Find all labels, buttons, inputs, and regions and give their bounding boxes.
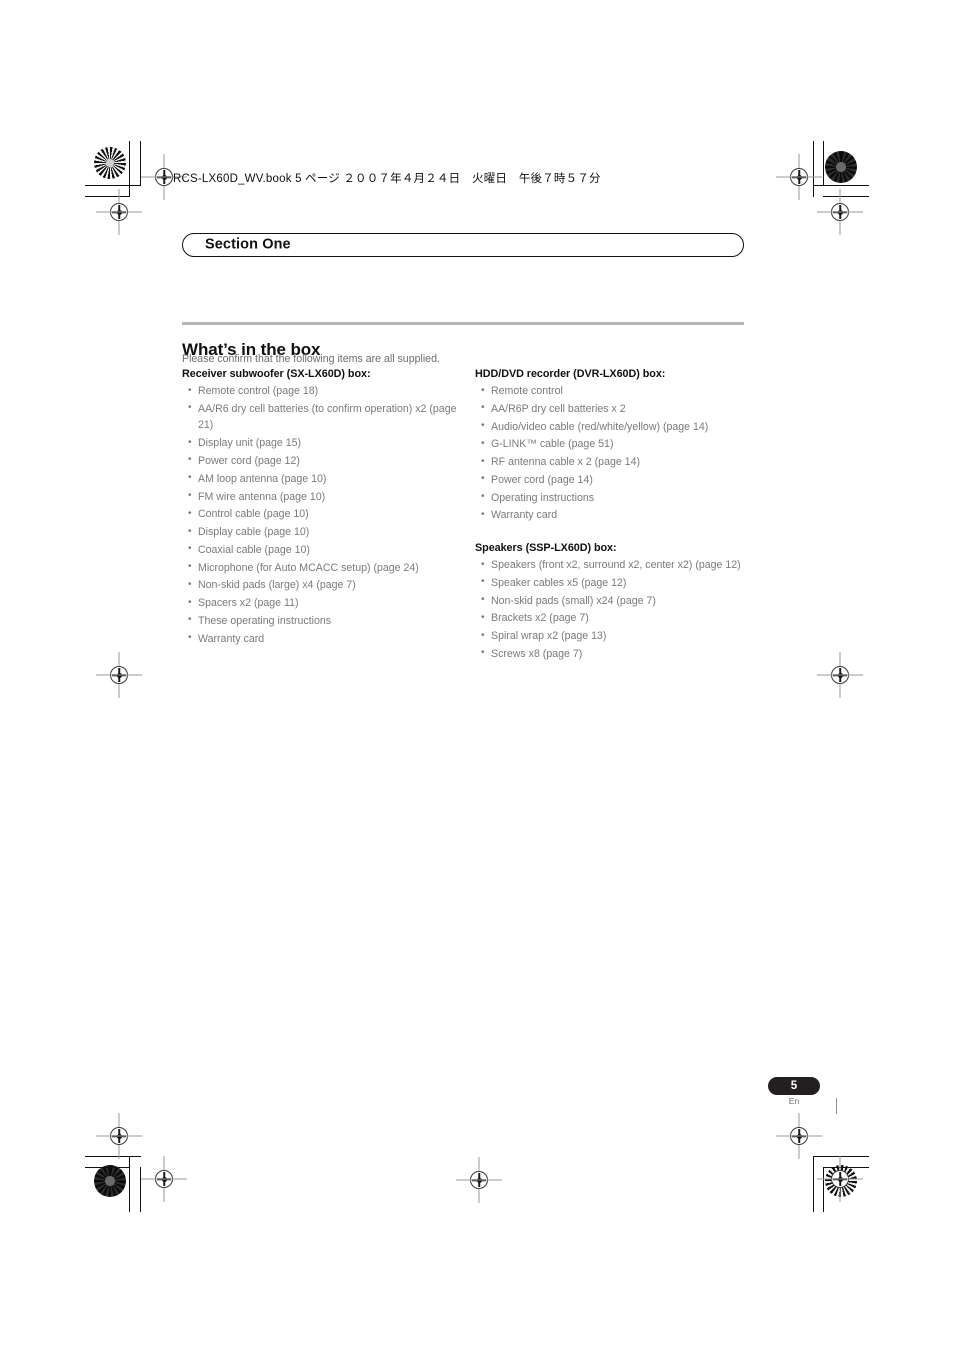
crop-mark-bottom-left-h2 xyxy=(85,1167,130,1168)
registration-mark-top-right-outer xyxy=(827,199,853,225)
crop-mark-top-right-v1 xyxy=(813,141,814,197)
page-number: 5 xyxy=(790,1079,798,1092)
title-rule xyxy=(182,322,744,325)
registration-mark-bottom-center xyxy=(466,1167,492,1193)
crop-mark-top-right-h2 xyxy=(823,196,869,197)
list-item: RF antenna cable x 2 (page 14) xyxy=(475,454,755,471)
items-list: Remote control (page 18) AA/R6 dry cell … xyxy=(182,383,462,647)
group-title: Speakers (SSP-LX60D) box: xyxy=(475,542,617,555)
crop-mark-bottom-left-h1 xyxy=(85,1156,141,1157)
page-edge-tick xyxy=(836,1098,837,1114)
intro-text: Please confirm that the following items … xyxy=(182,353,440,365)
list-item: Control cable (page 10) xyxy=(182,506,462,523)
list-item: Power cord (page 12) xyxy=(182,452,462,470)
list-item: Audio/video cable (red/white/yellow) (pa… xyxy=(475,418,755,436)
list-item: Remote control xyxy=(475,383,755,400)
list-item: Power cord (page 14) xyxy=(475,471,755,489)
group-hdd-dvd-recorder: HDD/DVD recorder (DVR-LX60D) box: Remote… xyxy=(475,368,755,524)
items-list: Remote control AA/R6P dry cell batteries… xyxy=(475,383,755,524)
crop-mark-top-right-v2 xyxy=(823,141,824,186)
section-banner: Section One xyxy=(182,233,744,257)
list-item: Display unit (page 15) xyxy=(182,435,462,452)
list-item: AA/R6P dry cell batteries x 2 xyxy=(475,400,755,418)
list-item: These operating instructions xyxy=(182,612,462,630)
list-item: Non-skid pads (small) x24 (page 7) xyxy=(475,592,755,610)
content-column-left: Receiver subwoofer (SX-LX60D) box: Remot… xyxy=(182,368,462,649)
list-item: Speakers (front x2, surround x2, center … xyxy=(475,557,755,574)
registration-mark-right-center xyxy=(827,662,853,688)
items-list: Speakers (front x2, surround x2, center … xyxy=(475,557,755,663)
crop-mark-top-left-v1 xyxy=(129,141,130,196)
list-item: Speaker cables x5 (page 12) xyxy=(475,574,755,592)
content-column-right: HDD/DVD recorder (DVR-LX60D) box: Remote… xyxy=(475,368,755,664)
registration-mark-bottom-right-inner xyxy=(827,1166,853,1192)
group-receiver-subwoofer: Receiver subwoofer (SX-LX60D) box: Remot… xyxy=(182,368,462,647)
list-item: Warranty card xyxy=(475,507,755,524)
group-title: HDD/DVD recorder (DVR-LX60D) box: xyxy=(475,368,666,380)
crop-mark-bottom-right-h2 xyxy=(823,1167,869,1168)
list-item: FM wire antenna (page 10) xyxy=(182,488,462,506)
registration-mark-left-center xyxy=(106,662,132,688)
crop-mark-top-left-h1 xyxy=(85,185,141,186)
list-item: Display cable (page 10) xyxy=(182,524,462,541)
list-item: Warranty card xyxy=(182,630,462,648)
crop-mark-top-right-h1 xyxy=(813,185,869,186)
list-item: Non-skid pads (large) x4 (page 7) xyxy=(182,577,462,594)
section-banner-label: Section One xyxy=(205,236,291,253)
registration-mark-bottom-left-inner xyxy=(151,1166,177,1192)
registration-mark-bottom-left-outer xyxy=(106,1123,132,1149)
crop-mark-bottom-right-v1 xyxy=(813,1156,814,1212)
crop-mark-top-left-h2 xyxy=(85,196,130,197)
prepress-marks-layer xyxy=(0,0,954,1351)
list-item: Coaxial cable (page 10) xyxy=(182,541,462,559)
list-item: Brackets x2 (page 7) xyxy=(475,610,755,627)
list-item: G-LINK™ cable (page 51) xyxy=(475,436,755,453)
list-item: Microphone (for Auto MCACC setup) (page … xyxy=(182,559,462,577)
list-item: Spiral wrap x2 (page 13) xyxy=(475,628,755,645)
registration-bullseye-bottom-left xyxy=(94,1165,126,1197)
crop-mark-bottom-right-v2 xyxy=(823,1167,824,1212)
list-item: Screws x8 (page 7) xyxy=(475,645,755,663)
page-number-badge: 5 xyxy=(768,1077,820,1095)
crop-mark-top-left-v2 xyxy=(140,141,141,185)
list-item: Remote control (page 18) xyxy=(182,383,462,400)
list-item: Spacers x2 (page 11) xyxy=(182,595,462,612)
crop-mark-bottom-right-h1 xyxy=(813,1156,869,1157)
book-print-header: RCS-LX60D_WV.book 5 ページ ２００７年４月２４日 火曜日 午… xyxy=(173,173,601,185)
registration-bullseye-bottom-right xyxy=(825,1165,857,1197)
group-speakers: Speakers (SSP-LX60D) box: Speakers (fron… xyxy=(475,542,755,663)
list-item: AA/R6 dry cell batteries (to confirm ope… xyxy=(182,400,462,434)
list-item: Operating instructions xyxy=(475,489,755,507)
registration-mark-top-right-inner xyxy=(786,164,812,190)
crop-mark-bottom-left-v2 xyxy=(140,1167,141,1212)
group-title: Receiver subwoofer (SX-LX60D) box: xyxy=(182,368,371,380)
crop-mark-bottom-left-v1 xyxy=(129,1156,130,1212)
registration-mark-top-left-outer xyxy=(106,199,132,225)
registration-bullseye-top-right xyxy=(825,151,857,183)
page-language-label: En xyxy=(788,1096,800,1106)
list-item: AM loop antenna (page 10) xyxy=(182,470,462,488)
registration-mark-bottom-right-outer xyxy=(786,1123,812,1149)
registration-bullseye-top-left xyxy=(94,147,126,179)
